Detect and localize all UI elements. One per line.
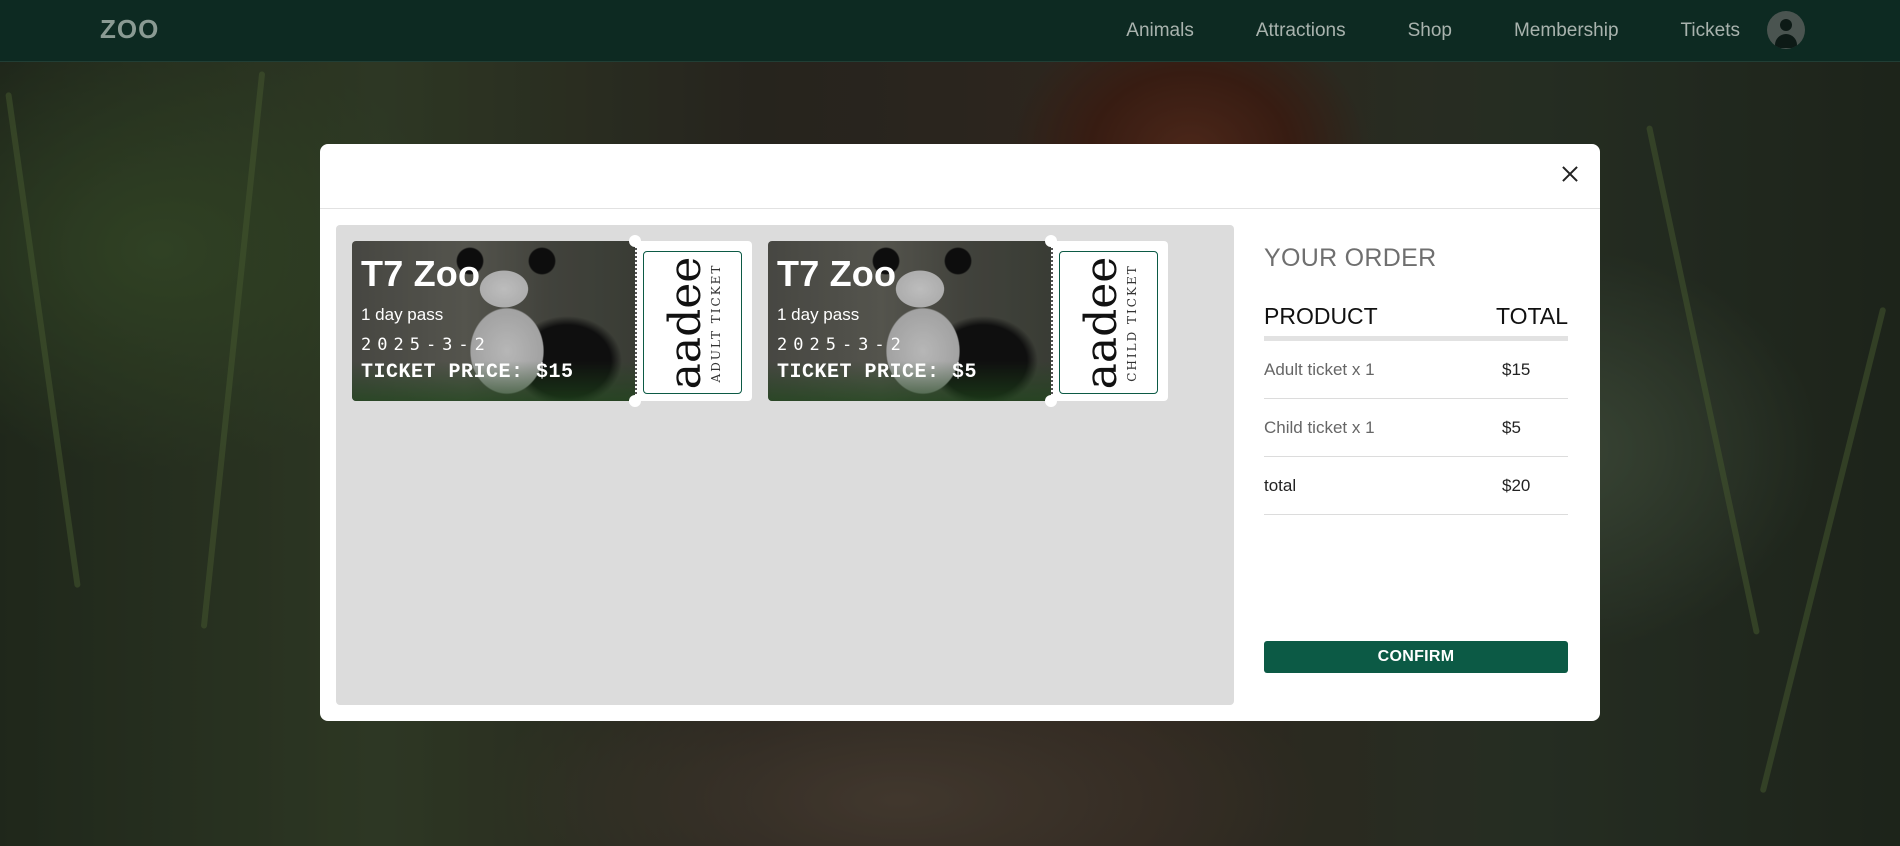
ticket-pass-type: 1 day pass — [361, 305, 444, 324]
ticket-panda-image: T7 Zoo 1 day pass 2025-3-2 TICKET PRICE:… — [768, 241, 1051, 401]
ticket-stub: CHILD TICKET aadee — [1059, 251, 1158, 394]
column-header-total: TOTAL — [1496, 303, 1568, 329]
order-table-header: PRODUCT TOTAL — [1264, 303, 1568, 341]
ticket-stub-text: ADULT TICKET aadee — [659, 256, 723, 389]
order-item-label: Adult ticket x 1 — [1264, 359, 1375, 379]
ticket-pass-type: 1 day pass — [777, 305, 860, 324]
modal-header — [320, 144, 1600, 209]
order-row: Child ticket x 1 $5 — [1264, 399, 1568, 457]
ticket-zoo-name: T7 Zoo — [361, 253, 481, 294]
ticket-date: 2025-3-2 — [777, 335, 907, 355]
ticket-perforation — [635, 241, 637, 401]
nav-link-tickets[interactable]: Tickets — [1681, 20, 1740, 42]
nav-link-animals[interactable]: Animals — [1126, 20, 1194, 42]
ticket-panda-image: T7 Zoo 1 day pass 2025-3-2 TICKET PRICE:… — [352, 241, 635, 401]
order-summary: YOUR ORDER PRODUCT TOTAL Adult ticket x … — [1264, 244, 1568, 515]
ticket-text: T7 Zoo 1 day pass 2025-3-2 TICKET PRICE:… — [361, 241, 574, 384]
order-total-value: $20 — [1502, 475, 1531, 495]
tickets-preview-area: T7 Zoo 1 day pass 2025-3-2 TICKET PRICE:… — [336, 225, 1234, 705]
confirm-button[interactable]: CONFIRM — [1264, 641, 1568, 673]
ticket-kind-label: CHILD TICKET — [1124, 263, 1139, 382]
ticket-notch — [1045, 395, 1057, 407]
nav-link-attractions[interactable]: Attractions — [1256, 20, 1346, 42]
ticket-notch — [629, 395, 641, 407]
nav-link-shop[interactable]: Shop — [1408, 20, 1452, 42]
order-row: Adult ticket x 1 $15 — [1264, 341, 1568, 399]
order-modal: T7 Zoo 1 day pass 2025-3-2 TICKET PRICE:… — [320, 144, 1600, 721]
order-item-value: $15 — [1502, 359, 1531, 379]
ticket-card-child: T7 Zoo 1 day pass 2025-3-2 TICKET PRICE:… — [768, 235, 1168, 407]
site-logo[interactable]: ZOO — [100, 14, 159, 45]
ticket-stub-text: CHILD TICKET aadee — [1075, 256, 1139, 389]
ticket-price: TICKET PRICE: $5 — [777, 361, 978, 384]
ticket-date: 2025-3-2 — [361, 335, 491, 355]
ticket-kind-label: ADULT TICKET — [708, 263, 723, 382]
ticket-text: T7 Zoo 1 day pass 2025-3-2 TICKET PRICE:… — [777, 241, 977, 384]
bamboo-stalk — [5, 92, 81, 588]
ticket-perforation — [1051, 241, 1053, 401]
ticket-brand: aadee — [659, 256, 711, 389]
avatar-head — [1780, 19, 1792, 31]
ticket-brand: aadee — [1075, 256, 1127, 389]
order-item-value: $5 — [1502, 417, 1521, 437]
order-total-row: total $20 — [1264, 457, 1568, 515]
user-avatar-icon[interactable] — [1767, 11, 1805, 49]
ticket-stub: ADULT TICKET aadee — [643, 251, 742, 394]
ticket-notch — [629, 235, 641, 247]
order-title: YOUR ORDER — [1264, 244, 1437, 272]
bamboo-stalk — [200, 71, 266, 629]
ticket-notch — [1045, 235, 1057, 247]
column-header-product: PRODUCT — [1264, 303, 1378, 329]
avatar-body — [1775, 34, 1797, 48]
bamboo-stalk — [1759, 306, 1887, 794]
order-item-label: Child ticket x 1 — [1264, 417, 1375, 437]
ticket-card-adult: T7 Zoo 1 day pass 2025-3-2 TICKET PRICE:… — [352, 235, 752, 407]
nav-link-membership[interactable]: Membership — [1514, 20, 1619, 42]
close-icon[interactable] — [1558, 162, 1582, 186]
order-total-label: total — [1264, 475, 1297, 495]
ticket-price: TICKET PRICE: $15 — [361, 361, 574, 384]
nav-links: Animals Attractions Shop Membership Tick… — [1064, 0, 1740, 62]
top-navbar: ZOO Animals Attractions Shop Membership … — [0, 0, 1900, 62]
bamboo-stalk — [1646, 125, 1760, 635]
ticket-zoo-name: T7 Zoo — [777, 253, 897, 294]
